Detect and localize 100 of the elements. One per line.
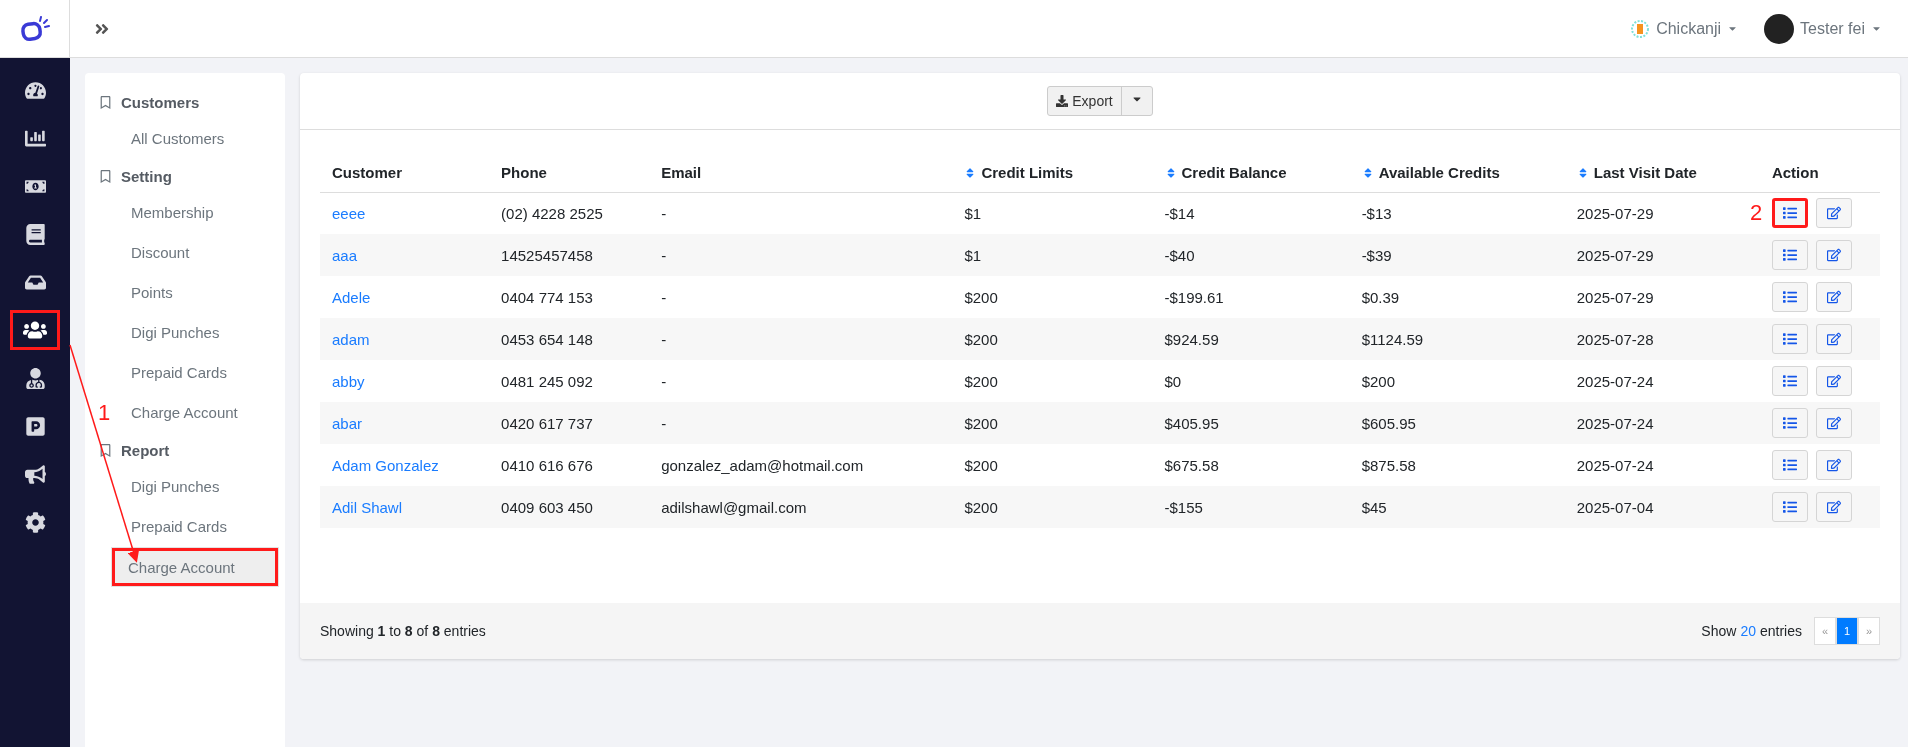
table-cell: $200: [1361, 372, 1395, 390]
table-cell: 0453 654 148: [501, 330, 593, 348]
column-header[interactable]: Available Credits: [1349, 154, 1565, 192]
customer-link[interactable]: eeee: [332, 204, 366, 222]
table-cell: 0420 617 737: [501, 414, 593, 432]
submenu-item[interactable]: Prepaid Cards: [115, 507, 279, 547]
column-header[interactable]: Credit Balance: [1152, 154, 1350, 192]
entries-summary: Showing 1 to 8 of 8 entries: [320, 623, 486, 639]
table-cell: 0410 616 676: [501, 456, 593, 474]
table-cell: -: [661, 414, 667, 432]
edit-button[interactable]: [1815, 492, 1852, 522]
section-title: Customers: [121, 93, 200, 111]
edit-button[interactable]: [1815, 450, 1852, 480]
edit-icon: [1826, 206, 1841, 221]
table-cell: 0409 603 450: [501, 498, 593, 516]
submenu-item[interactable]: Prepaid Cards: [115, 353, 279, 393]
table-cell: $1124.59: [1361, 330, 1424, 348]
table-cell: $924.59: [1164, 330, 1219, 348]
settings-icon: [24, 511, 46, 533]
list-icon: [1782, 458, 1797, 472]
submenu-item[interactable]: Charge Account: [115, 393, 279, 433]
submenu-item[interactable]: Discount: [115, 233, 279, 273]
table-cell: adilshawl@gmail.com: [661, 498, 807, 516]
edit-icon: [1826, 332, 1841, 346]
customer-link[interactable]: adam: [332, 330, 370, 348]
table-cell: -$155: [1164, 498, 1203, 516]
bookmark-icon: [99, 443, 112, 457]
column-header[interactable]: Last Visit Date: [1564, 154, 1760, 192]
user-dropdown[interactable]: Tester fei: [1758, 12, 1888, 45]
edit-button[interactable]: [1815, 408, 1852, 438]
submenu-item[interactable]: Membership: [115, 193, 279, 233]
table-cell: gonzalez_adam@hotmail.com: [661, 456, 864, 474]
edit-button[interactable]: [1815, 282, 1852, 312]
book-icon: [24, 223, 46, 245]
table-cell: 14525457458: [501, 246, 593, 264]
table-cell: -: [661, 372, 667, 390]
doctor-icon: [24, 367, 46, 389]
column-header[interactable]: Credit Limits: [952, 154, 1153, 192]
list-icon: [1782, 248, 1797, 262]
edit-icon: [1826, 416, 1841, 430]
table-cell: $200: [964, 330, 998, 348]
parking-icon: [24, 415, 46, 437]
customer-link[interactable]: Adam Gonzalez: [332, 456, 439, 474]
customer-link[interactable]: Adele: [332, 288, 371, 306]
bookmark-icon: [99, 95, 112, 109]
edit-button[interactable]: [1815, 198, 1852, 229]
avatar: [1764, 13, 1795, 44]
table-cell: -: [661, 246, 667, 264]
show-label: Show: [1701, 623, 1737, 639]
edit-button[interactable]: [1815, 366, 1852, 396]
table-cell: -$14: [1164, 204, 1195, 222]
edit-icon: [1826, 458, 1841, 472]
table-cell: 2025-07-24: [1576, 372, 1654, 390]
submenu-item[interactable]: Charge Account: [111, 547, 279, 587]
column-header: Action: [1759, 154, 1880, 192]
page-button[interactable]: «: [1814, 617, 1836, 645]
table-cell: $675.58: [1164, 456, 1219, 474]
table-cell: -: [661, 204, 667, 222]
edit-icon: [1826, 290, 1841, 304]
submenu-item[interactable]: All Customers: [115, 119, 279, 159]
edit-button[interactable]: [1815, 324, 1852, 354]
table-cell: $0: [1164, 372, 1182, 390]
table-cell: $200: [964, 414, 998, 432]
list-icon: [1782, 332, 1797, 346]
list-icon: [1782, 374, 1797, 388]
section-title: Report: [121, 441, 170, 459]
table-cell: -$199.61: [1164, 288, 1224, 306]
column-header: Phone: [489, 154, 650, 192]
list-icon: [1782, 206, 1797, 221]
page-size-link[interactable]: 20: [1740, 623, 1756, 639]
step-number: 2: [1749, 200, 1763, 227]
submenu-item[interactable]: Digi Punches: [115, 313, 279, 353]
edit-icon: [1826, 374, 1841, 388]
table-cell: $200: [964, 288, 998, 306]
page-button[interactable]: 1: [1836, 617, 1858, 645]
customer-link[interactable]: Adil Shawl: [332, 498, 403, 516]
customer-link[interactable]: abar: [332, 414, 363, 432]
table-cell: -$39: [1361, 246, 1392, 264]
step-number: 1: [98, 400, 111, 426]
list-button[interactable]: [1771, 198, 1808, 229]
table-cell: 2025-07-29: [1576, 288, 1654, 306]
rail-button[interactable]: [10, 310, 60, 350]
store-dropdown[interactable]: Chickanji: [1624, 17, 1745, 40]
store-logo-icon: [1630, 18, 1651, 39]
edit-icon: [1826, 500, 1841, 514]
customer-link[interactable]: aaa: [332, 246, 358, 264]
customer-link[interactable]: abby: [332, 372, 365, 390]
table-cell: $200: [964, 498, 998, 516]
column-header: Email: [649, 154, 953, 192]
submenu-item[interactable]: Points: [115, 273, 279, 313]
list-icon: [1782, 416, 1797, 430]
submenu-item[interactable]: Digi Punches: [115, 467, 279, 507]
table-cell: 0404 774 153: [501, 288, 593, 306]
table-cell: 2025-07-29: [1576, 246, 1654, 264]
edit-button[interactable]: [1815, 240, 1852, 270]
table-cell: $0.39: [1361, 288, 1400, 306]
megaphone-icon: [24, 463, 46, 485]
table-cell: -$40: [1164, 246, 1195, 264]
page-button[interactable]: »: [1858, 617, 1880, 645]
list-icon: [1782, 290, 1797, 304]
